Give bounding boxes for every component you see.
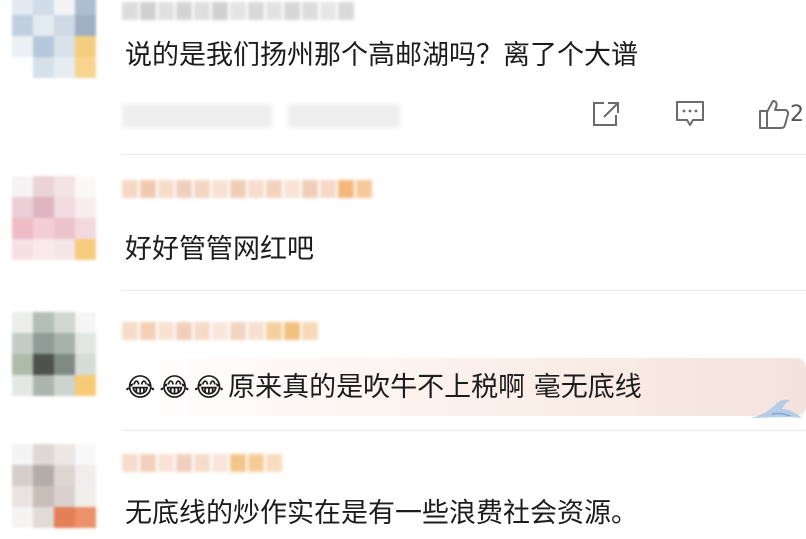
comment-text: 说的是我们扬州那个高邮湖吗？离了个大谱 bbox=[125, 40, 638, 71]
avatar[interactable] bbox=[12, 312, 96, 396]
like-count: 2 bbox=[790, 102, 804, 127]
avatar[interactable] bbox=[12, 176, 96, 260]
comment-item: 说的是我们扬州那个高邮湖吗？离了个大谱 2 bbox=[0, 0, 806, 150]
comment-icon bbox=[676, 101, 704, 126]
laughing-emoji: 😂 bbox=[159, 373, 190, 403]
share-icon bbox=[593, 102, 619, 126]
username[interactable] bbox=[122, 0, 354, 22]
divider bbox=[122, 430, 806, 431]
avatar[interactable] bbox=[12, 444, 96, 528]
laughing-emoji: 😂 bbox=[193, 373, 225, 403]
divider bbox=[122, 154, 806, 155]
like-button[interactable] bbox=[756, 96, 792, 132]
comment-item: 😂 😂 😂 原来真的是吹牛不上税啊 毫无底线 bbox=[0, 296, 806, 426]
comment-actions bbox=[588, 96, 792, 132]
thumbs-up-icon bbox=[759, 100, 790, 129]
username[interactable] bbox=[122, 452, 282, 474]
share-button[interactable] bbox=[588, 96, 624, 132]
username[interactable] bbox=[122, 320, 318, 342]
reply-button[interactable] bbox=[672, 96, 708, 132]
comment-item: 好好管管网红吧 bbox=[0, 160, 806, 290]
divider bbox=[122, 290, 806, 291]
comment-item: 无底线的炒作实在是有一些浪费社会资源。 bbox=[0, 432, 806, 539]
laughing-emoji: 😂 bbox=[125, 373, 156, 403]
comment-text: 😂 😂 😂 原来真的是吹牛不上税啊 毫无底线 bbox=[125, 370, 642, 406]
comment-text: 无底线的炒作实在是有一些浪费社会资源。 bbox=[125, 498, 638, 529]
avatar[interactable] bbox=[12, 0, 96, 78]
comment-meta bbox=[288, 104, 400, 128]
bird-decoration-icon bbox=[750, 399, 802, 418]
comment-text-body: 原来真的是吹牛不上税啊 毫无底线 bbox=[228, 372, 642, 403]
comment-meta bbox=[122, 104, 272, 128]
username[interactable] bbox=[122, 178, 372, 200]
comment-text: 好好管管网红吧 bbox=[125, 234, 314, 265]
